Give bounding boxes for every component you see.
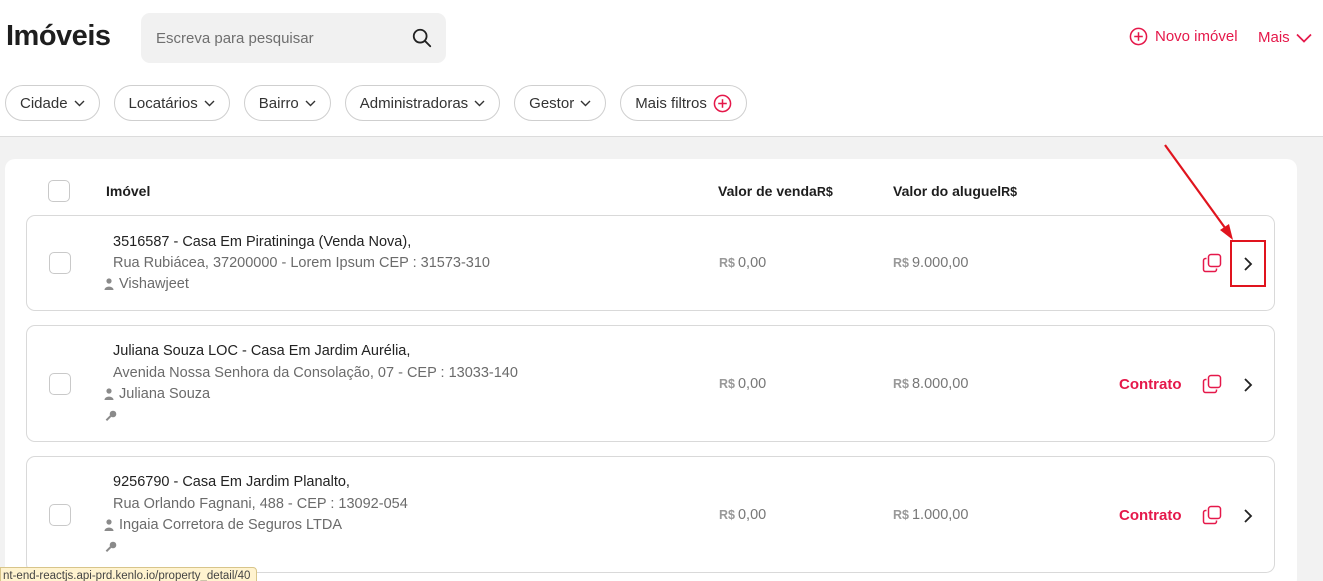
duplicate-icon[interactable] bbox=[1202, 374, 1222, 394]
rent-value: R$ 1.000,00 bbox=[893, 507, 968, 523]
filter-neighborhood[interactable]: Bairro bbox=[243, 85, 331, 121]
filter-label: Bairro bbox=[258, 94, 299, 112]
owner-name: Vishawjeet bbox=[119, 276, 189, 292]
more-filters-button[interactable]: Mais filtros bbox=[620, 85, 747, 121]
more-label: Mais bbox=[1258, 29, 1290, 46]
new-property-label: Novo imóvel bbox=[1155, 28, 1238, 45]
chevron-down-icon bbox=[305, 100, 316, 106]
property-owner: Juliana Souza bbox=[104, 386, 210, 402]
person-icon bbox=[104, 278, 114, 290]
currency-label: R$ bbox=[816, 185, 833, 199]
page-title: Imóveis bbox=[6, 20, 111, 52]
property-address: Rua Rubiácea, 37200000 - Lorem Ipsum CEP… bbox=[113, 255, 490, 271]
search-icon[interactable] bbox=[411, 27, 433, 49]
new-property-button[interactable]: Novo imóvel bbox=[1129, 27, 1238, 46]
key-icon bbox=[105, 541, 117, 553]
person-icon bbox=[104, 519, 114, 531]
property-list: Imóvel Valor de vendaR$ Valor do aluguel… bbox=[5, 159, 1297, 581]
currency-label: R$ bbox=[719, 377, 735, 391]
more-menu-button[interactable]: Mais bbox=[1258, 29, 1312, 46]
property-title: Juliana Souza LOC - Casa Em Jardim Aurél… bbox=[113, 343, 411, 359]
property-owner: Ingaia Corretora de Seguros LTDA bbox=[104, 517, 342, 533]
sale-value: R$ 0,00 bbox=[719, 507, 766, 523]
property-address: Rua Orlando Fagnani, 488 - CEP : 13092-0… bbox=[113, 496, 408, 512]
chevron-down-icon bbox=[580, 100, 591, 106]
plus-circle-icon bbox=[1129, 27, 1148, 46]
row-checkbox[interactable] bbox=[49, 504, 71, 526]
duplicate-icon[interactable] bbox=[1202, 253, 1222, 273]
plus-circle-icon bbox=[713, 94, 732, 112]
filter-city[interactable]: Cidade bbox=[5, 85, 100, 121]
filter-label: Gestor bbox=[529, 94, 575, 112]
annotation-highlight-box bbox=[1230, 240, 1266, 287]
column-header-rent: Valor do aluguelR$ bbox=[893, 183, 1017, 199]
currency-label: R$ bbox=[893, 256, 909, 270]
chevron-down-icon bbox=[474, 100, 485, 106]
currency-label: R$ bbox=[1001, 185, 1018, 199]
currency-label: R$ bbox=[719, 508, 735, 522]
person-icon bbox=[104, 388, 114, 400]
owner-name: Juliana Souza bbox=[119, 386, 211, 402]
search-input[interactable] bbox=[141, 13, 401, 63]
duplicate-icon[interactable] bbox=[1202, 505, 1222, 525]
column-header-sale-label: Valor de venda bbox=[718, 183, 817, 199]
filter-tenants[interactable]: Locatários bbox=[113, 85, 230, 121]
table-row[interactable]: 3516587 - Casa Em Piratininga (Venda Nov… bbox=[26, 215, 1275, 311]
sale-amount: 0,00 bbox=[737, 507, 767, 523]
search-box[interactable] bbox=[141, 13, 446, 63]
column-header-rent-label: Valor do aluguel bbox=[893, 183, 1002, 199]
filter-label: Locatários bbox=[128, 94, 198, 112]
chevron-right-icon[interactable] bbox=[1240, 377, 1256, 393]
rent-value: R$ 9.000,00 bbox=[893, 255, 968, 271]
contract-link[interactable]: Contrato bbox=[1119, 507, 1182, 524]
rent-value: R$ 8.000,00 bbox=[893, 376, 968, 392]
column-header-property: Imóvel bbox=[106, 183, 151, 199]
chevron-down-icon bbox=[1296, 33, 1312, 43]
column-header-sale: Valor de vendaR$ bbox=[718, 183, 833, 199]
filter-label: Mais filtros bbox=[635, 94, 707, 112]
sale-amount: 0,00 bbox=[737, 376, 767, 392]
filter-manager[interactable]: Gestor bbox=[514, 85, 607, 121]
property-title: 3516587 - Casa Em Piratininga (Venda Nov… bbox=[113, 234, 412, 250]
filter-label: Administradoras bbox=[359, 94, 469, 112]
filter-administrators[interactable]: Administradoras bbox=[344, 85, 501, 121]
status-bar-url: nt-end-reactjs.api-prd.kenlo.io/property… bbox=[0, 567, 258, 581]
table-row[interactable]: 9256790 - Casa Em Jardim Planalto, Rua O… bbox=[26, 456, 1275, 573]
sale-value: R$ 0,00 bbox=[719, 376, 766, 392]
chevron-down-icon bbox=[204, 100, 215, 106]
contract-link[interactable]: Contrato bbox=[1119, 376, 1182, 393]
row-checkbox[interactable] bbox=[49, 252, 71, 274]
currency-label: R$ bbox=[893, 377, 909, 391]
filter-bar: Cidade Locatários Bairro Administradoras… bbox=[5, 85, 747, 121]
chevron-right-icon[interactable] bbox=[1240, 508, 1256, 524]
table-row[interactable]: Juliana Souza LOC - Casa Em Jardim Aurél… bbox=[26, 325, 1275, 442]
rent-amount: 1.000,00 bbox=[911, 507, 969, 523]
key-icon bbox=[105, 410, 117, 422]
filter-label: Cidade bbox=[20, 94, 68, 112]
rent-amount: 8.000,00 bbox=[911, 376, 969, 392]
table-header: Imóvel Valor de vendaR$ Valor do aluguel… bbox=[5, 159, 1297, 215]
property-address: Avenida Nossa Senhora da Consolação, 07 … bbox=[113, 365, 518, 381]
currency-label: R$ bbox=[893, 508, 909, 522]
property-owner: Vishawjeet bbox=[104, 276, 189, 292]
chevron-down-icon bbox=[74, 100, 85, 106]
select-all-checkbox[interactable] bbox=[48, 180, 70, 202]
sale-amount: 0,00 bbox=[737, 255, 767, 271]
rent-amount: 9.000,00 bbox=[911, 255, 969, 271]
sale-value: R$ 0,00 bbox=[719, 255, 766, 271]
page-header: Imóveis Novo imóvel Mais bbox=[0, 0, 1323, 80]
row-checkbox[interactable] bbox=[49, 373, 71, 395]
currency-label: R$ bbox=[719, 256, 735, 270]
property-title: 9256790 - Casa Em Jardim Planalto, bbox=[113, 474, 350, 490]
owner-name: Ingaia Corretora de Seguros LTDA bbox=[119, 517, 342, 533]
